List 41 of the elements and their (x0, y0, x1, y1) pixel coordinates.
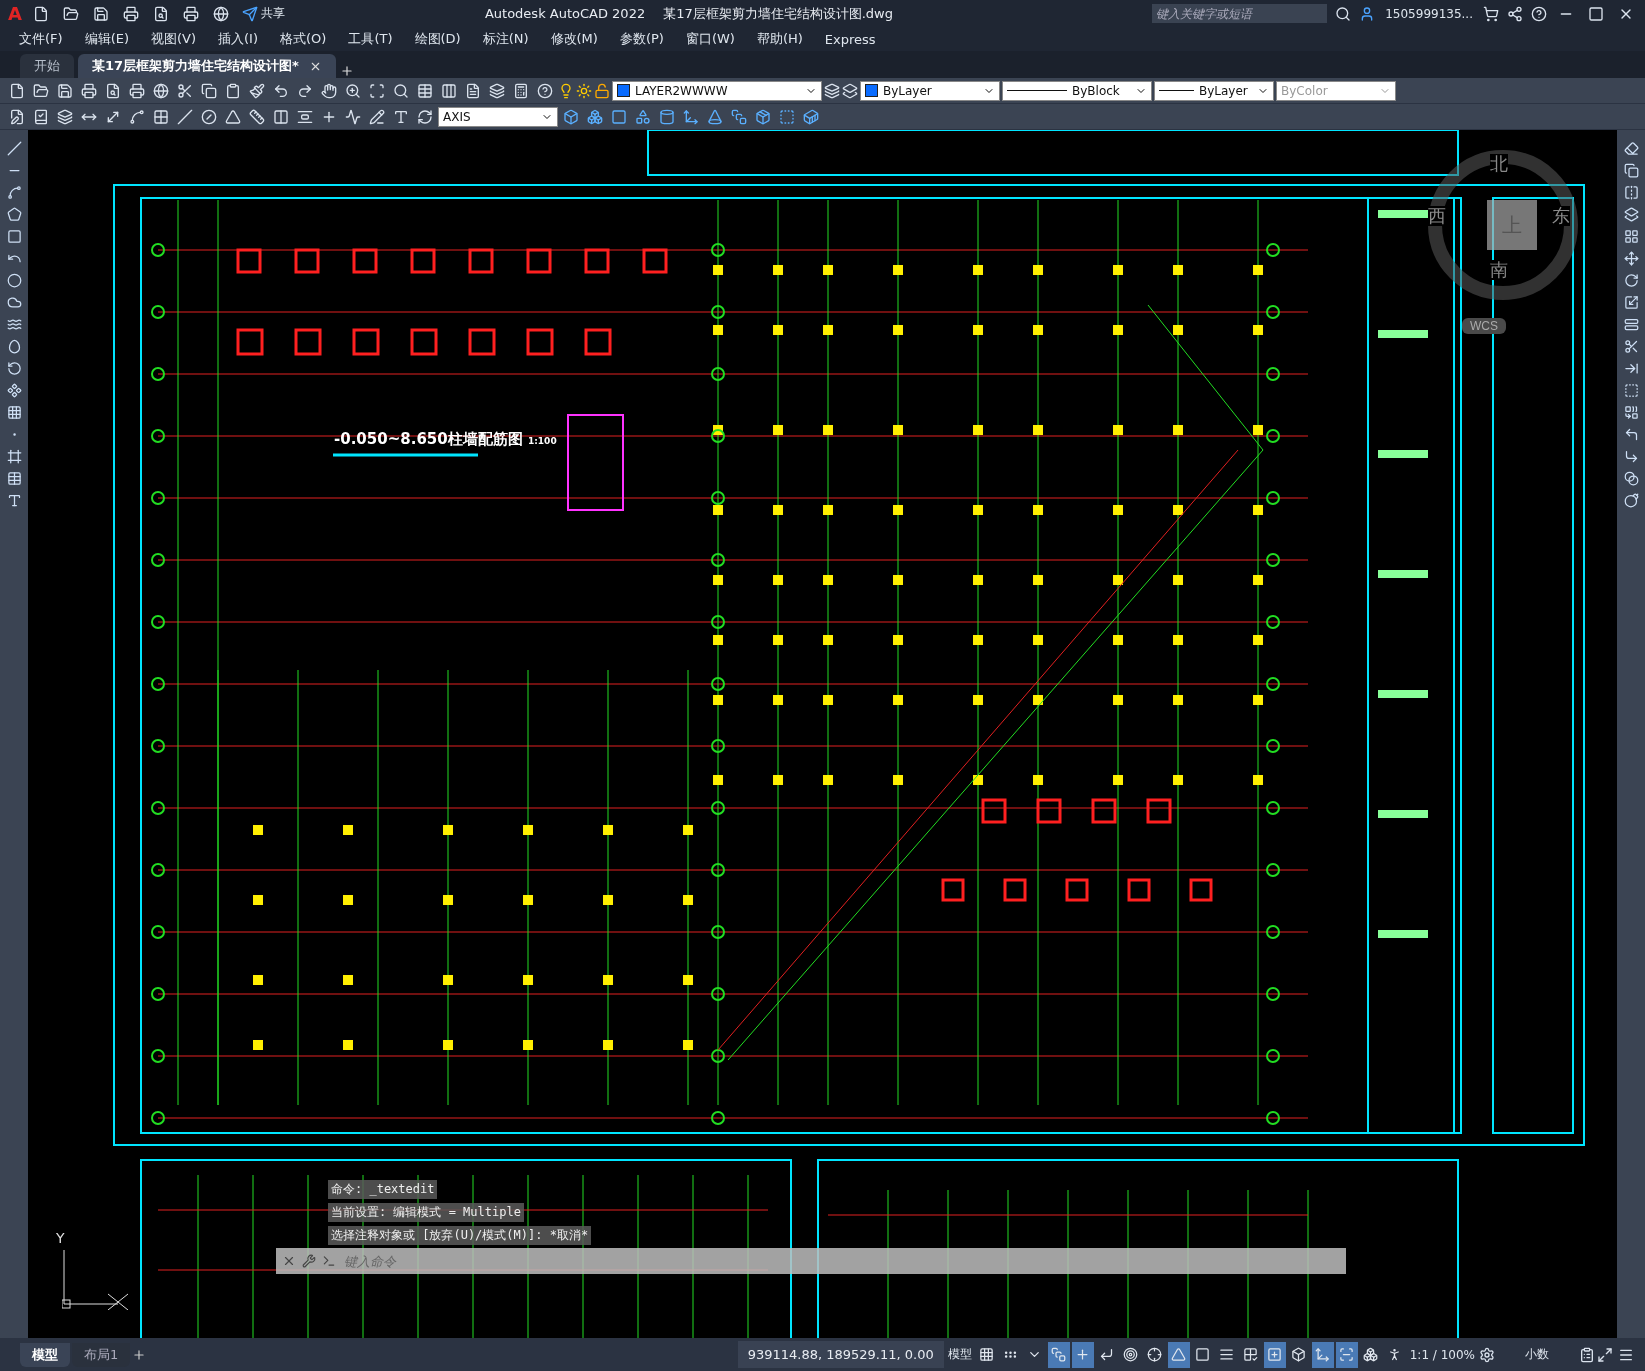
annotation-scale-dropdown[interactable]: 1:1 / 100% (1407, 1341, 1477, 1368)
ucs-y-label: Y (56, 1230, 65, 1246)
compass-east[interactable]: 东 (1552, 206, 1570, 226)
document-tab[interactable]: 某17层框架剪力墙住宅结构设计图* (78, 54, 336, 78)
coordinates-readout: 939114.88, 189529.11, 0.00 (737, 1341, 944, 1368)
compass-north[interactable]: 北 (1490, 154, 1508, 174)
command-input[interactable]: 键入命令 (342, 1250, 1346, 1272)
menu-item[interactable]: 视图(V) (140, 30, 208, 48)
menu-item[interactable]: 文件(F) (8, 30, 74, 48)
layout-tab[interactable]: 模型 (20, 1342, 70, 1367)
menu-item[interactable]: 工具(T) (337, 30, 404, 48)
menu-item[interactable]: 修改(M) (539, 30, 609, 48)
menu-item[interactable]: 绘图(D) (403, 30, 472, 48)
share-button[interactable]: 共享 (239, 2, 287, 25)
document-tab[interactable]: 开始 (20, 54, 74, 78)
menu-item[interactable]: 编辑(E) (73, 30, 140, 48)
menu-item[interactable]: Express (813, 31, 887, 47)
layout-tab[interactable]: 布局1 (72, 1342, 131, 1367)
model-space-button[interactable]: 模型 (945, 1341, 974, 1368)
menu-item[interactable]: 窗口(W) (674, 30, 746, 48)
dimension-style-dropdown[interactable]: AXIS (438, 106, 558, 127)
drawing-scale: 1:100 (528, 436, 557, 446)
compass-south[interactable]: 南 (1490, 260, 1508, 280)
linetype-dropdown[interactable]: ByBlock (1002, 80, 1152, 101)
wcs-dropdown[interactable]: WCS (1462, 318, 1506, 334)
layer-dropdown[interactable]: LAYER2WWWW (612, 80, 822, 101)
lineweight-dropdown[interactable]: ByLayer (1154, 80, 1274, 101)
menu-item[interactable]: 格式(O) (269, 30, 338, 48)
menu-item[interactable]: 参数(P) (608, 30, 675, 48)
drawing-title: -0.050~8.650柱墙配筋图 (334, 430, 523, 449)
menu-item[interactable]: 插入(I) (207, 30, 269, 48)
file-name: 某17层框架剪力墙住宅结构设计图.dwg (663, 4, 893, 23)
compass-west[interactable]: 西 (1428, 206, 1446, 226)
menu-item[interactable]: 标注(N) (471, 30, 540, 48)
units-dropdown[interactable]: 小数 (1497, 1341, 1577, 1368)
search-field[interactable]: 键入关键字或短语 (1152, 4, 1328, 23)
user-account-button[interactable]: 1505999135... (1383, 2, 1475, 25)
menu-item[interactable]: 帮助(H) (745, 30, 814, 48)
color-dropdown[interactable]: ByLayer (860, 80, 1000, 101)
window-title: Autodesk AutoCAD 2022 (484, 6, 646, 21)
command-line-field[interactable]: 键入命令 (276, 1248, 1346, 1274)
